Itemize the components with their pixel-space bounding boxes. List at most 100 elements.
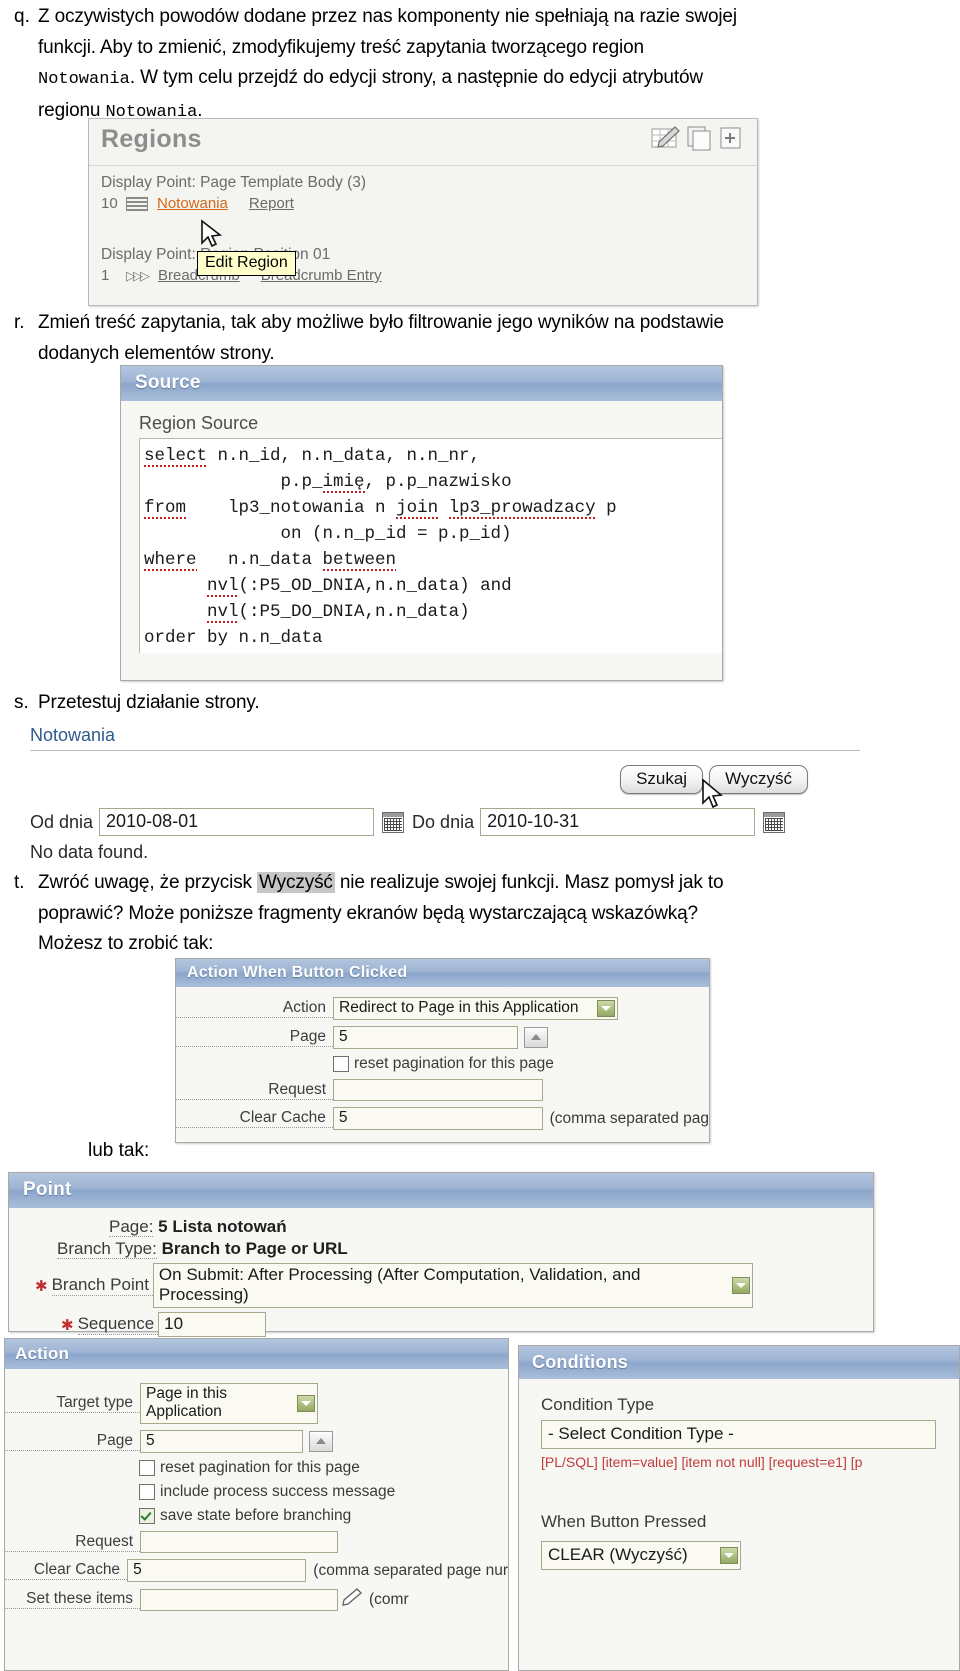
point-branch-point-select[interactable]: On Submit: After Processing (After Compu… xyxy=(152,1263,753,1308)
edit-grid-icon[interactable] xyxy=(651,125,681,151)
od-dnia-label: Od dnia xyxy=(30,811,94,832)
action-form: Target type Page in this Application Pag… xyxy=(5,1369,508,1611)
sql-line-6: nvl(:P5_OD_DNIA,n.n_data) and xyxy=(207,576,512,597)
region-name-link[interactable]: Notowania xyxy=(157,195,228,212)
region-source-textarea[interactable]: select n.n_id, n.n_data, n.n_nr, p.p_imi… xyxy=(139,438,722,653)
mouse-cursor-icon-szukaj xyxy=(700,778,726,819)
region-row-notowania: 10 Notowania Report xyxy=(101,195,757,212)
action-request-input[interactable] xyxy=(140,1531,338,1553)
action-page-row: Page 5 xyxy=(5,1430,508,1453)
item-body-s: Przetestuj działanie strony. xyxy=(38,692,260,713)
action-page-input[interactable]: 5 xyxy=(140,1430,303,1453)
item-marker-q: q. xyxy=(14,6,30,27)
action-when-button-clicked-panel: Action When Button Clicked Action Redire… xyxy=(175,958,710,1143)
regions-title: Regions xyxy=(101,125,202,153)
point-branch-type-line: Branch Type: Branch to Page or URL xyxy=(9,1239,873,1259)
awbc-reset-pagination-checkbox[interactable] xyxy=(333,1056,349,1072)
action-reset-pagination-label: reset pagination for this page xyxy=(160,1459,360,1476)
doc-item-r: r. Zmień treść zapytania, tak aby możliw… xyxy=(0,308,940,369)
item-t-line-1: Zwróć uwagę, że przycisk Wyczyść nie rea… xyxy=(38,872,724,893)
pencil-icon[interactable] xyxy=(342,1588,362,1611)
awbc-action-select[interactable]: Redirect to Page in this Application xyxy=(333,997,618,1020)
chevron-down-icon-when-button xyxy=(720,1546,738,1564)
awbc-reset-pagination-row: reset pagination for this page xyxy=(176,1055,709,1073)
item-r-line-1: Zmień treść zapytania, tak aby możliwe b… xyxy=(38,312,724,333)
point-page-line: Page: 5 Lista notowań xyxy=(9,1217,873,1237)
action-reset-pagination-row: reset pagination for this page xyxy=(5,1459,508,1477)
do-dnia-label: Do dnia xyxy=(412,811,475,832)
action-request-row: Request xyxy=(5,1531,508,1553)
required-star-icon-sequence: ✱ xyxy=(61,1316,74,1334)
item-t-line-2: poprawić? Może poniższe fragmenty ekranó… xyxy=(38,902,698,924)
action-panel: Action Target type Page in this Applicat… xyxy=(4,1338,509,1671)
regions-header: Regions xyxy=(89,119,757,166)
page-picker-icon-action[interactable] xyxy=(309,1431,333,1452)
point-sequence-input[interactable]: 10 xyxy=(158,1312,267,1337)
no-data-found-text: No data found. xyxy=(30,842,149,862)
action-target-type-row: Target type Page in this Application xyxy=(5,1383,508,1424)
region-source-label: Region Source xyxy=(139,413,259,433)
awbc-page-input[interactable]: 5 xyxy=(333,1026,518,1049)
sql-line-2: p.p_imię, p.p_nazwisko xyxy=(144,472,512,493)
action-target-type-select[interactable]: Page in this Application xyxy=(140,1383,318,1424)
sql-line-7: nvl(:P5_DO_DNIA,n.n_data) xyxy=(207,602,470,623)
sql-line-4: on (n.n_p_id = p.p_id) xyxy=(144,524,512,544)
point-branch-type-label: Branch Type: xyxy=(57,1239,157,1259)
notowania-divider xyxy=(30,750,860,751)
awbc-form: Action Redirect to Page in this Applicat… xyxy=(176,987,709,1130)
chevron-down-icon-branch-point xyxy=(731,1276,750,1294)
display-point-1: Display Point: Page Template Body (3) xyxy=(101,174,367,191)
date-filter-row: Od dnia 2010-08-01 Do dnia 2010-10-31 xyxy=(30,808,860,836)
action-clear-cache-row: Clear Cache 5 (comma separated page nur xyxy=(5,1559,508,1582)
source-panel-title: Source xyxy=(121,366,722,401)
point-sequence-label: Sequence xyxy=(77,1314,159,1335)
calendar-icon-from[interactable] xyxy=(382,811,405,833)
awbc-request-label: Request xyxy=(176,1081,333,1100)
lub-tak-text: lub tak: xyxy=(88,1140,150,1161)
point-branch-point-label: Branch Point xyxy=(51,1275,153,1296)
point-panel-title: Point xyxy=(9,1173,873,1208)
action-include-msg-checkbox[interactable] xyxy=(139,1484,155,1500)
awbc-request-input[interactable] xyxy=(333,1079,543,1101)
action-set-items-input[interactable] xyxy=(140,1588,338,1611)
condition-type-label: Condition Type xyxy=(541,1395,655,1414)
action-target-type-label: Target type xyxy=(5,1394,140,1413)
sql-line-3: from lp3_notowania n join lp3_prowadzacy… xyxy=(144,498,617,519)
point-branch-type-value: Branch to Page or URL xyxy=(161,1239,348,1258)
awbc-action-value: Redirect to Page in this Application xyxy=(339,999,579,1016)
item-body-t: Zwróć uwagę, że przycisk Wyczyść nie rea… xyxy=(38,868,724,960)
action-save-state-checkbox[interactable] xyxy=(139,1508,155,1524)
copy-icon[interactable] xyxy=(686,125,714,151)
add-region-icon[interactable] xyxy=(719,125,745,151)
item-marker-s: s. xyxy=(14,692,29,713)
action-set-items-label: Set these items xyxy=(5,1590,140,1609)
calendar-icon-to[interactable] xyxy=(763,811,786,833)
point-page-label: Page: xyxy=(109,1217,154,1237)
doc-item-q: q. Z oczywistych powodów dodane przez na… xyxy=(0,2,940,128)
source-panel-screenshot: Source Region Source select n.n_id, n.n_… xyxy=(120,365,723,681)
region-sequence-2: 1 xyxy=(101,267,110,284)
sql-line-5: where n.n_data between xyxy=(144,550,397,571)
mouse-cursor-icon xyxy=(199,219,225,258)
conditions-panel-title: Conditions xyxy=(519,1346,959,1379)
sql-line-8: order by n.n_data xyxy=(144,628,323,648)
condition-type-select[interactable]: - Select Condition Type - xyxy=(541,1420,936,1449)
point-branch-panel: Point Page: 5 Lista notowań Branch Type:… xyxy=(8,1172,874,1337)
awbc-clear-cache-input[interactable]: 5 xyxy=(332,1107,543,1130)
action-reset-pagination-checkbox[interactable] xyxy=(139,1460,155,1476)
action-clear-cache-input[interactable]: 5 xyxy=(127,1559,307,1582)
item-q-line-3: Notowania. W tym celu przejdź do edycji … xyxy=(38,67,703,89)
regions-toolbar xyxy=(651,125,745,151)
region-type-link[interactable]: Report xyxy=(249,195,294,212)
page-picker-icon[interactable] xyxy=(524,1027,548,1048)
action-page-label: Page xyxy=(5,1432,140,1451)
szukaj-button[interactable]: Szukaj xyxy=(620,765,704,794)
awbc-panel-title: Action When Button Clicked xyxy=(176,959,709,987)
awbc-action-row: Action Redirect to Page in this Applicat… xyxy=(176,997,709,1020)
od-dnia-input[interactable]: 2010-08-01 xyxy=(99,808,375,836)
item-body-q: Z oczywistych powodów dodane przez nas k… xyxy=(38,2,737,128)
point-sequence-row: ✱ Sequence 10 xyxy=(9,1312,873,1337)
when-button-pressed-select[interactable]: CLEAR (Wyczyść) xyxy=(541,1541,741,1570)
doc-item-t: t. Zwróć uwagę, że przycisk Wyczyść nie … xyxy=(0,868,945,960)
point-branch-point-value: On Submit: After Processing (After Compu… xyxy=(158,1265,641,1304)
